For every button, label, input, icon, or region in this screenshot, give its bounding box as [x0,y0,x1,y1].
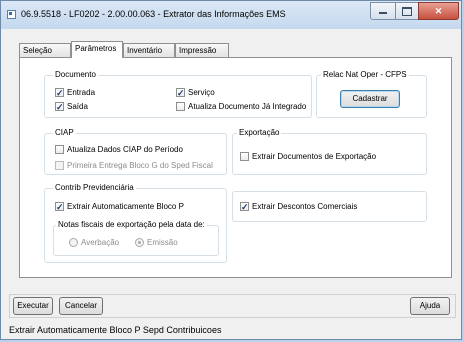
tab-impressao[interactable]: Impressão [175,43,229,57]
ciap-legend: CIAP [53,128,76,137]
atualiza-documento-label: Atualiza Documento Já Integrado [188,102,307,111]
tab-selecao[interactable]: Seleção [19,43,71,57]
maximize-icon [402,7,412,16]
contrib-group: Contrib Previdenciária ✓ Extrair Automat… [44,183,227,263]
notas-legend: Notas fiscais de exportação pela data de… [56,220,207,229]
cadastrar-button[interactable]: Cadastrar [340,90,400,108]
ajuda-button[interactable]: Ajuda [410,297,450,315]
tab-inventario[interactable]: Inventário [123,43,175,57]
descontos-group: ✓ Extrair Descontos Comerciais [232,191,427,222]
executar-button[interactable]: Executar [13,297,53,315]
extrair-exportacao-label: Extrair Documentos de Exportação [252,152,377,161]
main-window: 06.9.5518 - LF0202 - 2.00.00.063 - Extra… [0,0,462,340]
status-bar-text: Extrair Automaticamente Bloco P Sepd Con… [9,325,222,335]
maximize-button[interactable] [395,2,419,20]
relac-group: Relac Nat Oper - CFPS Cadastrar [316,70,427,118]
exportacao-legend: Exportação [237,128,282,137]
parametros-panel: Documento ✓ Entrada ✓ Saída ✓ Serviço At… [19,57,452,278]
minimize-icon [379,12,387,14]
check-icon: ✓ [240,202,249,212]
cancelar-button[interactable]: Cancelar [59,297,103,315]
close-button[interactable]: ✕ [418,2,459,20]
extrair-bloco-p-label: Extrair Automaticamente Bloco P [67,202,184,211]
footer-bar: Executar Cancelar Ajuda [9,294,456,318]
notas-group: Notas fiscais de exportação pela data de… [53,220,219,256]
radio-circle [135,238,144,247]
tab-label: Seleção [23,46,52,55]
contrib-legend: Contrib Previdenciária [53,183,136,192]
atualiza-ciap-label: Atualiza Dados CIAP do Período [67,145,183,154]
entrada-label: Entrada [67,88,96,97]
tab-parametros[interactable]: Parâmetros [71,41,123,58]
emissao-label: Emissão [147,238,178,247]
check-icon: ✓ [55,88,64,98]
check-icon: ✓ [176,88,185,98]
extrair-descontos-label: Extrair Descontos Comerciais [252,202,358,211]
tab-label: Impressão [179,46,217,55]
tab-label: Parâmetros [75,44,117,53]
check-icon: ✓ [55,202,64,212]
window-title: 06.9.5518 - LF0202 - 2.00.00.063 - Extra… [21,9,286,19]
ciap-group: CIAP Atualiza Dados CIAP do Período Prim… [44,128,227,175]
checkbox-box [240,152,249,161]
averbacao-label: Averbação [81,238,120,247]
checkbox-box [176,102,185,111]
checkbox-box [55,145,64,154]
exportacao-group: Exportação Extrair Documentos de Exporta… [232,128,427,175]
documento-legend: Documento [53,70,98,79]
minimize-button[interactable] [370,2,396,20]
servico-label: Serviço [188,88,215,97]
title-bar[interactable]: 06.9.5518 - LF0202 - 2.00.00.063 - Extra… [1,1,461,29]
radio-circle [69,238,78,247]
relac-legend: Relac Nat Oper - CFPS [321,70,409,79]
app-icon [7,10,16,19]
check-icon: ✓ [55,102,64,112]
documento-group: Documento ✓ Entrada ✓ Saída ✓ Serviço At… [44,70,312,118]
tab-label: Inventário [127,46,163,55]
checkbox-box [55,161,64,170]
saida-label: Saída [67,102,88,111]
primeira-entrega-label: Primeira Entrega Bloco G do Sped Fiscal [67,161,213,170]
close-icon: ✕ [434,6,443,16]
